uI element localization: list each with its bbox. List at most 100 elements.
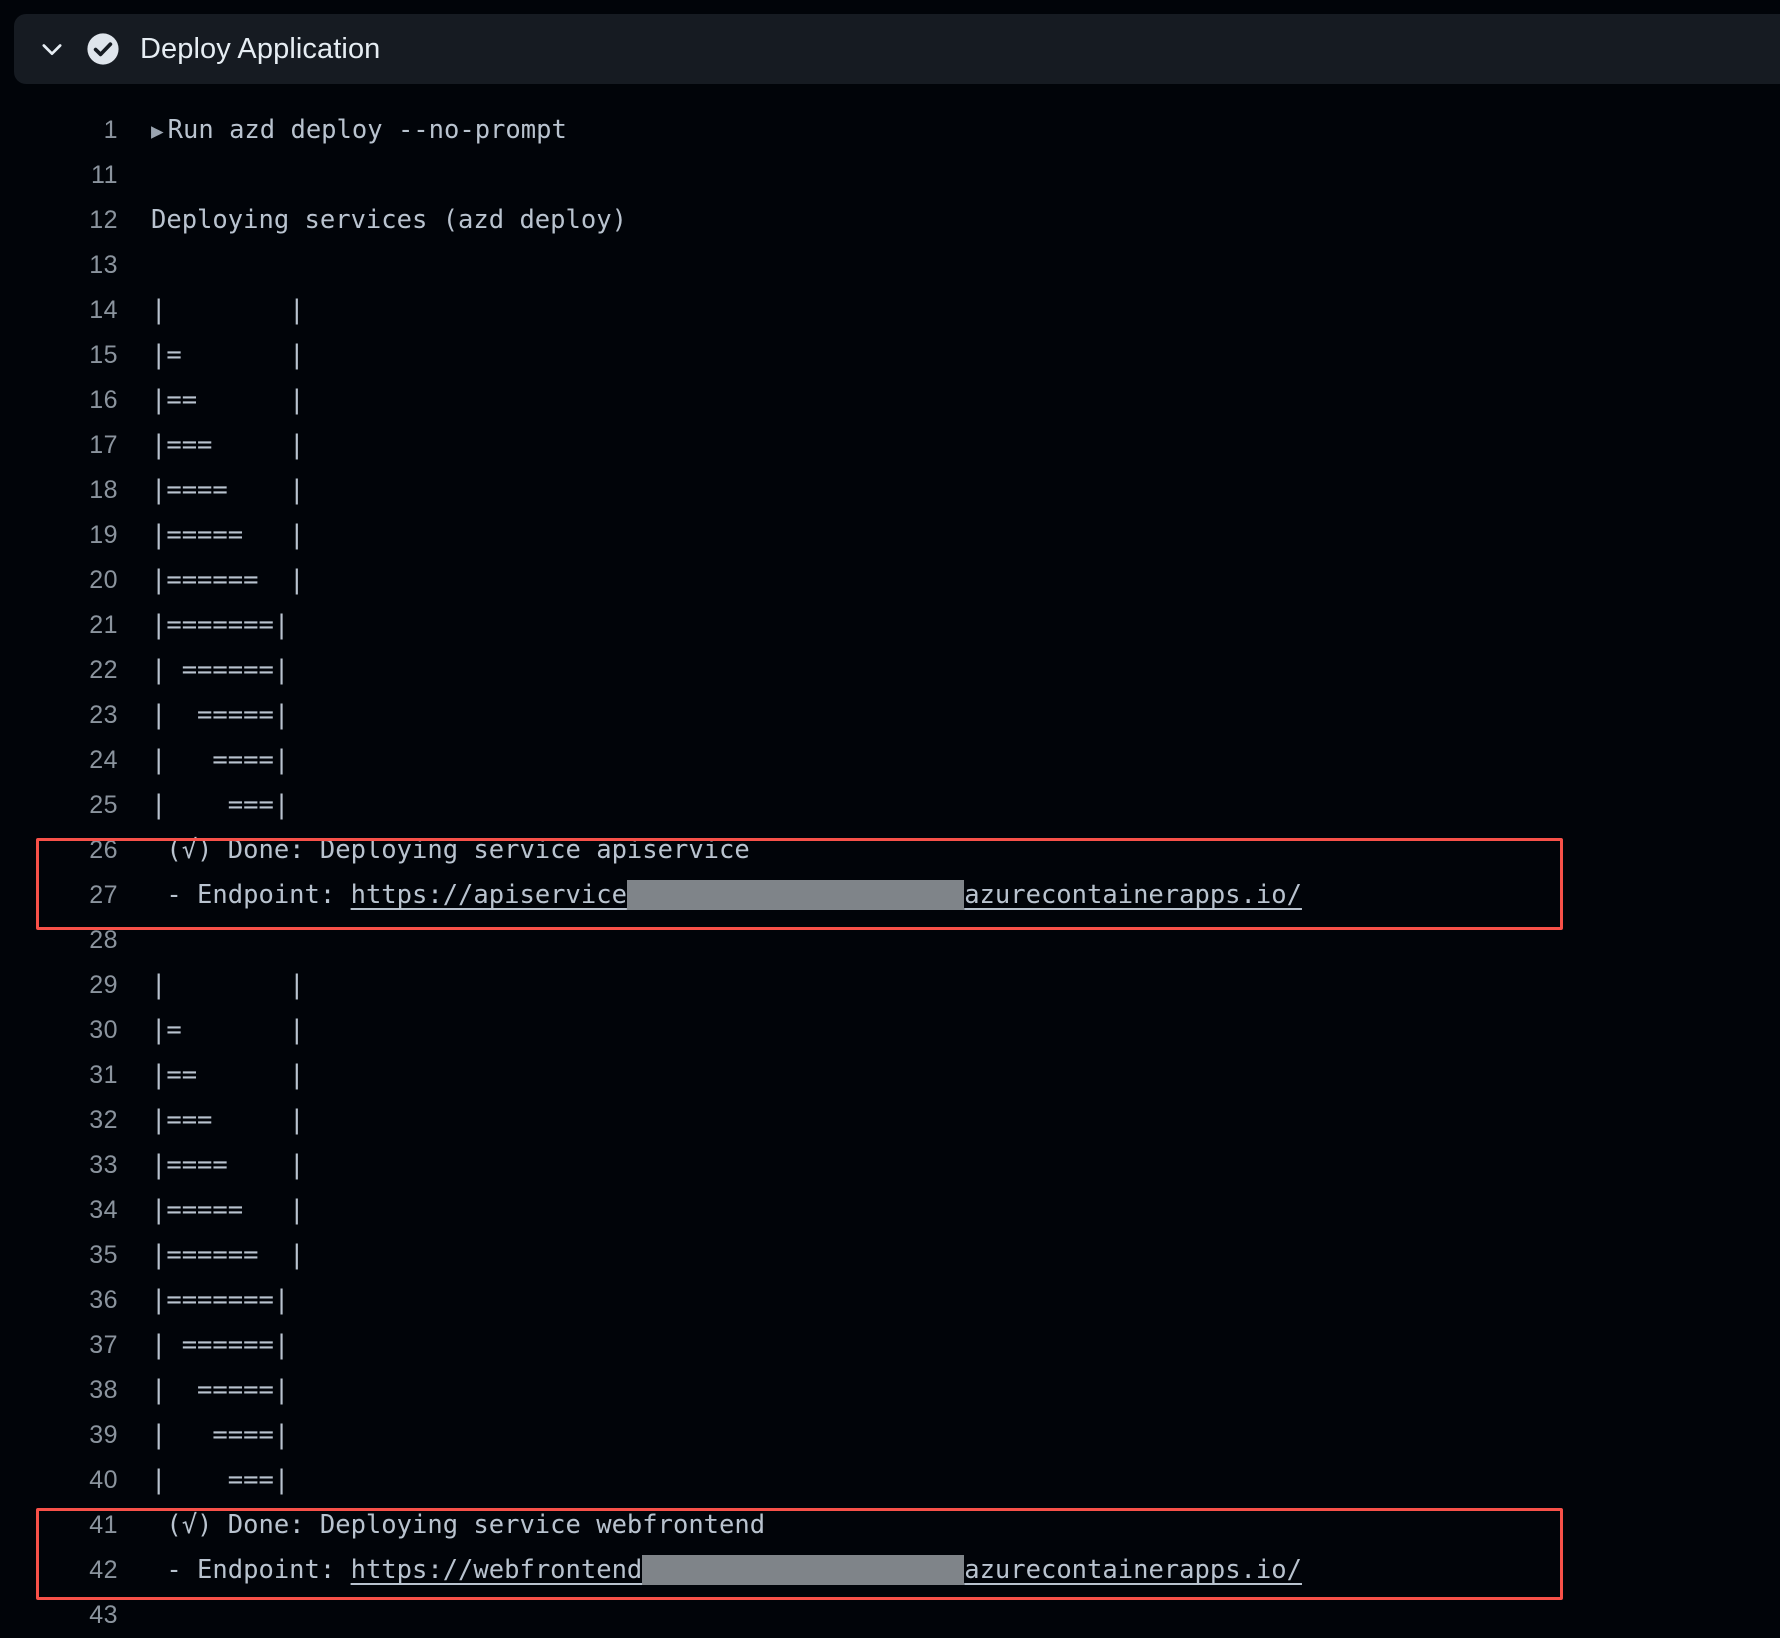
log-line: 12 Deploying services (azd deploy) (0, 198, 1780, 243)
log-line: 1 ▶ Run azd deploy --no-prompt (0, 108, 1780, 153)
log-line-content: |==== | (151, 1150, 305, 1180)
log-line-number: 28 (89, 926, 118, 954)
endpoint-url-visible-end: azurecontainerapps.io/ (964, 1555, 1302, 1585)
log-line-number: 39 (89, 1421, 118, 1449)
log-line-content: (√) Done: Deploying service webfrontend (151, 1510, 766, 1540)
log-line: 19 |===== | (0, 513, 1780, 558)
log-line-content: | ====| (151, 745, 290, 775)
log-line-content: | ===| (151, 1465, 290, 1495)
log-line-number: 12 (89, 206, 118, 234)
log-line-number: 24 (89, 746, 118, 774)
log-line-number: 38 (89, 1376, 118, 1404)
log-line-number: 15 (89, 341, 118, 369)
log-line-number: 42 (89, 1556, 118, 1584)
log-line-number: 21 (89, 611, 118, 639)
log-line-number: 1 (103, 116, 118, 144)
log-line-content: | =====| (151, 700, 290, 730)
log-line-number: 20 (89, 566, 118, 594)
endpoint-link[interactable]: https://apiservice azurecontainerapps.io/ (351, 880, 1302, 910)
redaction-block (626, 880, 965, 910)
log-line-number: 14 (89, 296, 118, 324)
log-line: 29 | | (0, 963, 1780, 1008)
log-line-number: 17 (89, 431, 118, 459)
log-line-content: |== | (151, 1060, 305, 1090)
log-line: 21 |=======| (0, 603, 1780, 648)
log-line: 16 |== | (0, 378, 1780, 423)
log-line: 33 |==== | (0, 1143, 1780, 1188)
log-line: 13 (0, 243, 1780, 288)
log-line: 39 | ====| (0, 1413, 1780, 1458)
endpoint-label: - Endpoint: (151, 880, 351, 910)
log-line-content: - Endpoint: https://apiservice azureconta… (118, 873, 1780, 918)
log-output[interactable]: 1 ▶ Run azd deploy --no-prompt 11 12 Deployin… (0, 100, 1780, 1638)
log-line-number: 16 (89, 386, 118, 414)
log-line-number: 29 (89, 971, 118, 999)
log-line-content: |===== | (151, 520, 305, 550)
log-line: 23 | =====| (0, 693, 1780, 738)
log-line-number: 26 (89, 836, 118, 864)
log-line: 35 |====== | (0, 1233, 1780, 1278)
log-line-number: 11 (91, 161, 118, 189)
log-line-content: | ===| (151, 790, 290, 820)
log-line-content: Deploying services (azd deploy) (151, 205, 627, 235)
log-line: 30 |= | (0, 1008, 1780, 1053)
log-line: 38 | =====| (0, 1368, 1780, 1413)
log-line-content: |==== | (151, 475, 305, 505)
check-circle-icon (86, 32, 120, 66)
log-line-number: 25 (89, 791, 118, 819)
log-line: 37 | ======| (0, 1323, 1780, 1368)
log-line: 18 |==== | (0, 468, 1780, 513)
page-title: Deploy Application (140, 32, 381, 65)
log-line-content: | =====| (151, 1375, 290, 1405)
log-line-content: |= | (151, 340, 305, 370)
log-line-number: 19 (89, 521, 118, 549)
log-line-content: | ====| (151, 1420, 290, 1450)
log-line: 43 (0, 1593, 1780, 1638)
endpoint-url-visible-start: https://webfrontend (350, 1555, 643, 1585)
log-line: 25 | ===| (0, 783, 1780, 828)
log-line: 28 (0, 918, 1780, 963)
log-line: 27 - Endpoint: https://apiservice azureco… (0, 873, 1780, 918)
log-line-number: 13 (89, 251, 118, 279)
log-line-content: |=== | (151, 1105, 305, 1135)
log-line-content: - Endpoint: https://webfrontend azurecont… (118, 1548, 1780, 1593)
log-line: 24 | ====| (0, 738, 1780, 783)
log-line: 15 |= | (0, 333, 1780, 378)
log-line-content: | | (151, 970, 305, 1000)
log-line: 32 |=== | (0, 1098, 1780, 1143)
job-header-deploy-application[interactable]: Deploy Application (14, 14, 1780, 84)
redaction-block (642, 1555, 965, 1585)
chevron-down-icon[interactable] (38, 35, 66, 63)
log-line: 41 (√) Done: Deploying service webfronte… (0, 1503, 1780, 1548)
log-line-number: 43 (89, 1601, 118, 1629)
log-line-number: 22 (89, 656, 118, 684)
expand-triangle-icon[interactable]: ▶ (151, 119, 168, 143)
log-line-content: |====== | (151, 1240, 305, 1270)
log-line: 17 |=== | (0, 423, 1780, 468)
log-line: 20 |====== | (0, 558, 1780, 603)
log-line-content: |== | (151, 385, 305, 415)
log-line-number: 36 (89, 1286, 118, 1314)
endpoint-url-visible-start: https://apiservice (350, 880, 627, 910)
log-line-number: 27 (89, 881, 118, 909)
log-line-number: 32 (89, 1106, 118, 1134)
log-line-number: 23 (89, 701, 118, 729)
log-line-number: 41 (89, 1511, 118, 1539)
log-line-content: | ======| (151, 655, 290, 685)
log-line: 34 |===== | (0, 1188, 1780, 1233)
log-line-content: (√) Done: Deploying service apiservice (151, 835, 750, 865)
log-line: 40 | ===| (0, 1458, 1780, 1503)
log-line-content: | | (151, 295, 305, 325)
endpoint-url-visible-end: azurecontainerapps.io/ (964, 880, 1302, 910)
log-line: 36 |=======| (0, 1278, 1780, 1323)
endpoint-link[interactable]: https://webfrontend azurecontainerapps.io… (351, 1555, 1302, 1585)
command-text: Run azd deploy --no-prompt (167, 114, 567, 145)
log-line-number: 33 (89, 1151, 118, 1179)
log-line: 22 | ======| (0, 648, 1780, 693)
log-line-number: 30 (89, 1016, 118, 1044)
log-line-content: ▶ Run azd deploy --no-prompt (118, 108, 1780, 154)
log-line-number: 37 (89, 1331, 118, 1359)
log-line: 26 (√) Done: Deploying service apiservic… (0, 828, 1780, 873)
log-line: 14 | | (0, 288, 1780, 333)
log-line-content: |=== | (151, 430, 305, 460)
